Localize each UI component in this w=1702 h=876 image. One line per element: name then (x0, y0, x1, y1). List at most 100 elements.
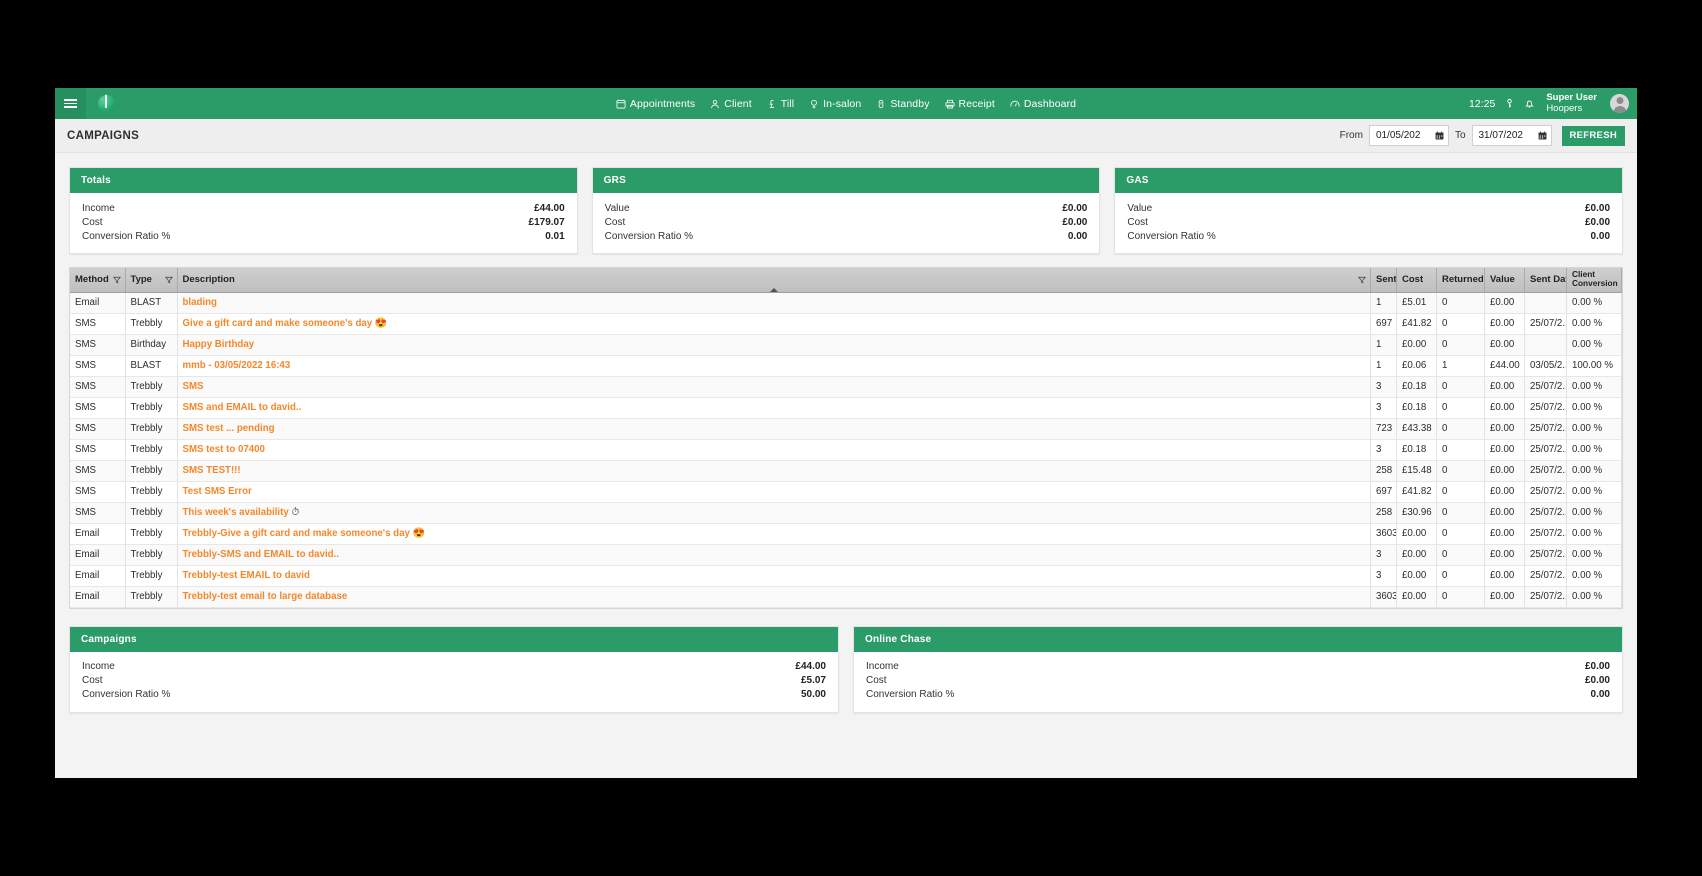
cell-returned: 0 (1436, 502, 1485, 524)
table-row[interactable]: Email Trebbly Trebbly-Give a gift card and… (70, 523, 1622, 545)
nav-label: Client (724, 97, 752, 110)
date-to-input[interactable]: 31/07/202 (1471, 125, 1552, 146)
column-header-method[interactable]: Method (70, 268, 126, 293)
cell-client_conversion: 0.00 % (1566, 334, 1622, 356)
campaigns-table-container: Method Type Description Sent Cost Returned Val… (69, 267, 1623, 609)
table-row[interactable]: SMS Trebbly SMS test ... pending 723 £43.38 0… (70, 418, 1622, 440)
column-header-type[interactable]: Type (125, 268, 178, 293)
cell-value: £0.00 (1484, 439, 1525, 461)
app-logo[interactable] (86, 95, 126, 112)
column-header-description[interactable]: Description (177, 268, 1371, 293)
metric-row: Income £0.00 (866, 660, 1610, 674)
cell-method: Email (70, 544, 126, 566)
campaigns-table: Method Type Description Sent Cost Returned Val… (70, 268, 1622, 608)
cell-method: SMS (70, 502, 126, 524)
cell-description[interactable]: Trebbly-Give a gift card and make someon… (177, 523, 1371, 545)
table-row[interactable]: Email Trebbly Trebbly-test email to large … (70, 586, 1622, 608)
filter-icon[interactable] (112, 276, 121, 284)
campaign-description-link[interactable]: Happy Birthday (183, 339, 255, 350)
table-row[interactable]: SMS Trebbly Give a gift card and make some… (70, 313, 1622, 335)
cell-sent_date: 25/07/2... (1524, 313, 1567, 335)
campaign-description-link[interactable]: Trebbly-SMS and EMAIL to david.. (183, 549, 339, 560)
cell-method: SMS (70, 418, 126, 440)
table-row[interactable]: SMS Trebbly SMS and EMAIL to david.. 3 £0.18… (70, 397, 1622, 419)
cell-description[interactable]: Test SMS Error (177, 481, 1371, 503)
cell-description[interactable]: SMS and EMAIL to david.. (177, 397, 1371, 419)
nav-item-dashboard[interactable]: Dashboard (1010, 98, 1076, 110)
column-header-client_conversion[interactable]: Client Conversion (1566, 268, 1622, 293)
key-icon[interactable] (1504, 98, 1515, 109)
filter-icon[interactable] (164, 276, 173, 284)
campaign-description-link[interactable]: SMS TEST!!! (183, 465, 241, 476)
cell-description[interactable]: Trebbly-test email to large database (177, 586, 1371, 608)
cell-description[interactable]: SMS test ... pending (177, 418, 1371, 440)
cell-description[interactable]: SMS TEST!!! (177, 460, 1371, 482)
nav-item-standby[interactable]: Standby (876, 98, 929, 110)
campaign-description-link[interactable]: Test SMS Error (183, 486, 252, 497)
column-header-sent[interactable]: Sent (1370, 268, 1397, 293)
campaign-description-link[interactable]: This week's availability (183, 507, 289, 518)
campaign-description-link[interactable]: mmb - 03/05/2022 16:43 (183, 360, 291, 371)
metric-label: Income (82, 202, 115, 214)
filter-icon[interactable] (1357, 276, 1367, 284)
cell-description[interactable]: Trebbly-SMS and EMAIL to david.. (177, 544, 1371, 566)
table-row[interactable]: SMS Trebbly SMS TEST!!! 258 £15.48 0 £0.00 25/0… (70, 460, 1622, 482)
campaign-description-link[interactable]: Trebbly-test email to large database (183, 591, 348, 602)
nav-item-till[interactable]: Till (767, 98, 794, 110)
table-body: Email BLAST blading 1 £5.01 0 £0.00 0.00 % SMS Tr… (70, 292, 1622, 608)
table-row[interactable]: SMS Trebbly This week's availability ⏱ 258 £… (70, 502, 1622, 524)
nav-label: In-salon (823, 97, 862, 110)
table-row[interactable]: Email Trebbly Trebbly-SMS and EMAIL to dav… (70, 544, 1622, 566)
cell-description[interactable]: Trebbly-test EMAIL to david (177, 565, 1371, 587)
campaign-description-link[interactable]: blading (183, 297, 217, 308)
user-info[interactable]: Super User Hoopers (1546, 92, 1597, 115)
nav-item-in-salon[interactable]: In-salon (809, 98, 861, 110)
table-row[interactable]: SMS BLAST mmb - 03/05/2022 16:43 1 £0.06 1 £44… (70, 355, 1622, 377)
metric-value: £0.00 (1584, 675, 1610, 687)
cell-description[interactable]: blading (177, 292, 1371, 314)
nav-item-client[interactable]: Client (710, 97, 752, 110)
column-header-returned[interactable]: Returned (1436, 268, 1485, 293)
top-nav-items: Appointments Client Till In-salon Standb… (55, 88, 1637, 119)
cell-sent: 3603 (1370, 586, 1397, 608)
campaign-description-link[interactable]: Trebbly-Give a gift card and make someon… (183, 528, 410, 539)
column-header-sent_date[interactable]: Sent Date (1524, 268, 1567, 293)
metric-row: Cost £179.07 (82, 215, 565, 229)
campaign-description-link[interactable]: Trebbly-test EMAIL to david (183, 570, 310, 581)
campaign-description-link[interactable]: Give a gift card and make someone's day (183, 318, 373, 329)
cell-description[interactable]: SMS (177, 376, 1371, 398)
cell-description[interactable]: SMS test to 07400 (177, 439, 1371, 461)
date-range-controls: From 01/05/202 To 31/07/202 REFRESH (1340, 125, 1625, 146)
user-avatar[interactable] (1610, 94, 1629, 113)
cell-description[interactable]: Give a gift card and make someone's day … (177, 313, 1371, 335)
table-row[interactable]: SMS Trebbly SMS test to 07400 3 £0.18 0 £0.00 2… (70, 439, 1622, 461)
table-row[interactable]: SMS Trebbly SMS 3 £0.18 0 £0.00 25/07/2... 0.00 … (70, 376, 1622, 398)
table-row[interactable]: Email BLAST blading 1 £5.01 0 £0.00 0.00 % (70, 292, 1622, 314)
cell-description[interactable]: mmb - 03/05/2022 16:43 (177, 355, 1371, 377)
metric-label: Income (866, 661, 899, 673)
hamburger-menu-icon[interactable] (55, 88, 86, 119)
metric-row: Income £44.00 (82, 201, 565, 215)
nav-item-receipt[interactable]: Receipt (945, 98, 995, 110)
calendar-icon[interactable] (1538, 127, 1547, 145)
column-header-cost[interactable]: Cost (1396, 268, 1437, 293)
table-row[interactable]: SMS Trebbly Test SMS Error 697 £41.82 0 £0.00 2… (70, 481, 1622, 503)
calendar-icon[interactable] (1435, 127, 1444, 145)
campaign-description-link[interactable]: SMS (183, 381, 204, 392)
refresh-button[interactable]: REFRESH (1561, 125, 1625, 146)
bell-icon[interactable] (1524, 98, 1535, 109)
cell-description[interactable]: Happy Birthday (177, 334, 1371, 356)
cell-returned: 0 (1436, 334, 1485, 356)
campaign-description-link[interactable]: SMS test to 07400 (183, 444, 265, 455)
campaign-description-link[interactable]: SMS test ... pending (183, 423, 275, 434)
cell-description[interactable]: This week's availability ⏱ (177, 502, 1371, 524)
campaign-description-link[interactable]: SMS and EMAIL to david.. (183, 402, 302, 413)
nav-item-appointments[interactable]: Appointments (616, 98, 695, 110)
cell-value: £0.00 (1484, 418, 1525, 440)
column-header-value[interactable]: Value (1484, 268, 1525, 293)
date-from-input[interactable]: 01/05/202 (1368, 125, 1449, 146)
cell-cost: £0.00 (1396, 334, 1437, 356)
table-row[interactable]: Email Trebbly Trebbly-test EMAIL to david 3… (70, 565, 1622, 587)
cell-method: SMS (70, 313, 126, 335)
table-row[interactable]: SMS Birthday Happy Birthday 1 £0.00 0 £0.00 0.0… (70, 334, 1622, 356)
